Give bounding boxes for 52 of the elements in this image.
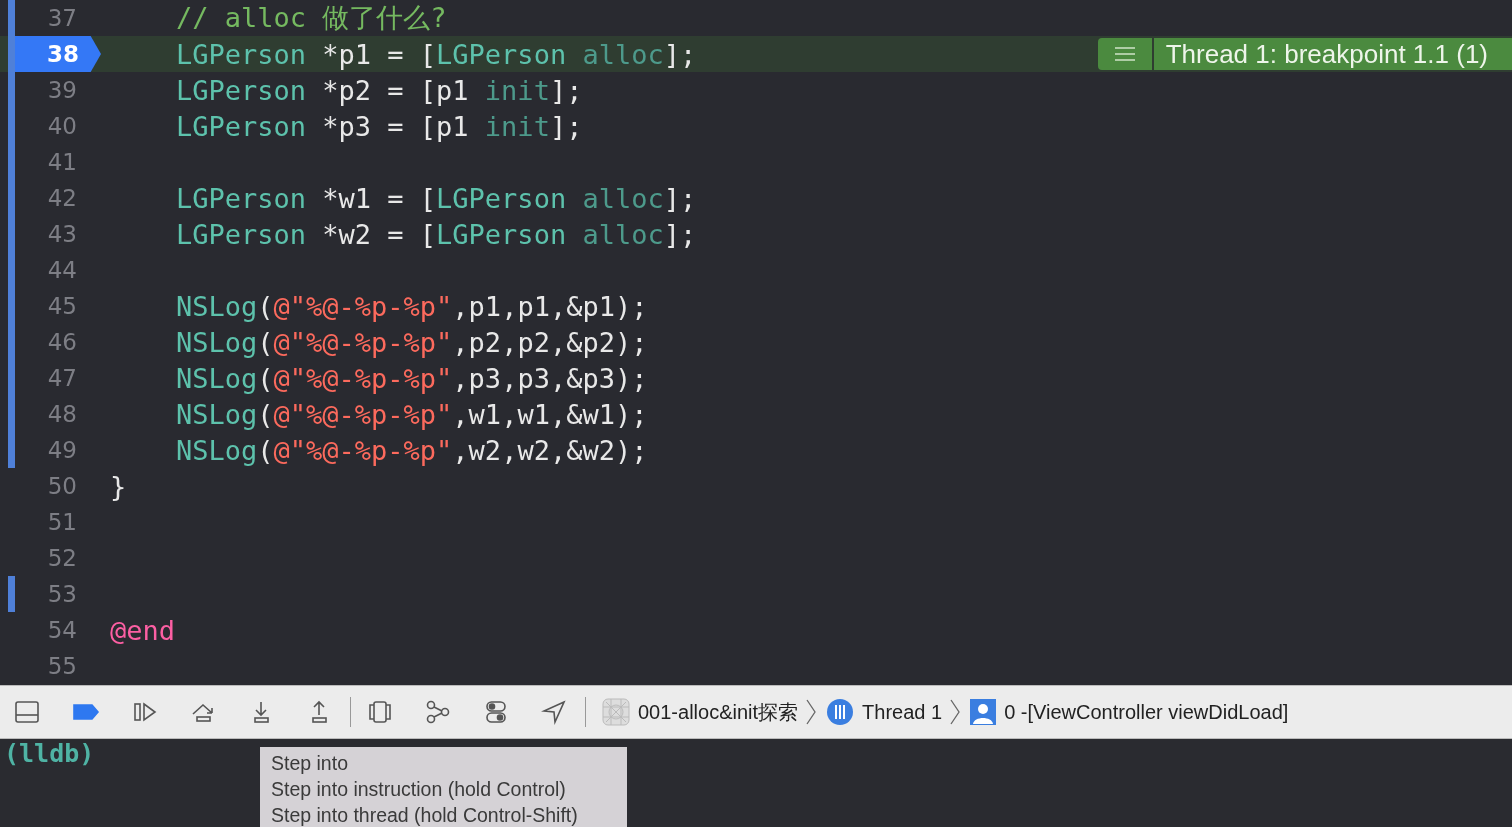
line-number: 50	[46, 472, 78, 501]
line-number: 37	[46, 4, 78, 33]
menu-icon	[1114, 47, 1135, 61]
menu-button[interactable]	[1097, 38, 1152, 70]
chevron-icon	[806, 699, 817, 725]
line-number: 49	[46, 436, 78, 465]
line-number: 55	[46, 652, 78, 681]
line-number: 44	[46, 256, 78, 285]
line-number: 52	[46, 544, 78, 573]
code-line: NSLog(@"%@-%p-%p",w1,w1,&w1);	[176, 398, 648, 430]
code-line: // alloc 做了什么?	[176, 1, 447, 35]
line-number: 39	[46, 76, 78, 105]
thread-icon	[826, 698, 855, 726]
console-prompt: (lldb)	[3, 739, 95, 769]
line-number: 53	[46, 580, 78, 609]
memory-graph-icon[interactable]	[425, 699, 451, 725]
code-line: LGPerson *p3 = [p1 init];	[176, 110, 583, 142]
line-number: 45	[46, 292, 78, 321]
line-number: 46	[46, 328, 78, 357]
line-number: 43	[46, 220, 78, 249]
tooltip-line: Step into instruction (hold Control)	[271, 777, 567, 802]
code-line: LGPerson *w1 = [LGPerson alloc];	[176, 182, 697, 214]
code-line: LGPerson *p2 = [p1 init];	[176, 74, 583, 106]
line-number: 40	[46, 112, 78, 141]
code-line: LGPerson *w2 = [LGPerson alloc];	[176, 218, 697, 250]
view-hierarchy-icon[interactable]	[367, 699, 393, 725]
tooltip-line: Step into	[271, 751, 349, 776]
line-number: 47	[46, 364, 78, 393]
location-icon[interactable]	[541, 699, 567, 725]
code-line: NSLog(@"%@-%p-%p",p3,p3,&p3);	[176, 362, 648, 394]
app-icon	[602, 698, 630, 726]
breadcrumb-item[interactable]: 0 -[ViewController viewDidLoad]	[1004, 700, 1289, 724]
tooltip-line: Step into thread (hold Control-Shift)	[271, 803, 579, 827]
line-number: 54	[46, 616, 78, 645]
chevron-icon	[950, 699, 961, 725]
breadcrumb-item[interactable]: Thread 1	[862, 700, 943, 724]
code-line: NSLog(@"%@-%p-%p",p1,p1,&p1);	[176, 290, 648, 322]
line-number: 41	[46, 148, 78, 177]
code-line: NSLog(@"%@-%p-%p",w2,w2,&w2);	[176, 434, 648, 466]
line-number: 51	[46, 508, 78, 537]
code-line: LGPerson *p1 = [LGPerson alloc];	[176, 38, 697, 70]
thread-badge: Thread 1: breakpoint 1.1 (1)	[1153, 38, 1512, 70]
breakpoint-marker[interactable]: 38	[15, 36, 101, 72]
breadcrumb-item[interactable]: 001-alloc&init探索	[638, 698, 799, 726]
code-line: @end	[110, 614, 176, 646]
line-number: 48	[46, 400, 78, 429]
line-number: 42	[46, 184, 78, 213]
code-line: }	[110, 470, 127, 502]
person-icon	[970, 699, 997, 725]
panel-toggle-icon[interactable]	[14, 699, 40, 725]
code-line: NSLog(@"%@-%p-%p",p2,p2,&p2);	[176, 326, 648, 358]
environment-toggle-icon[interactable]	[483, 699, 509, 725]
